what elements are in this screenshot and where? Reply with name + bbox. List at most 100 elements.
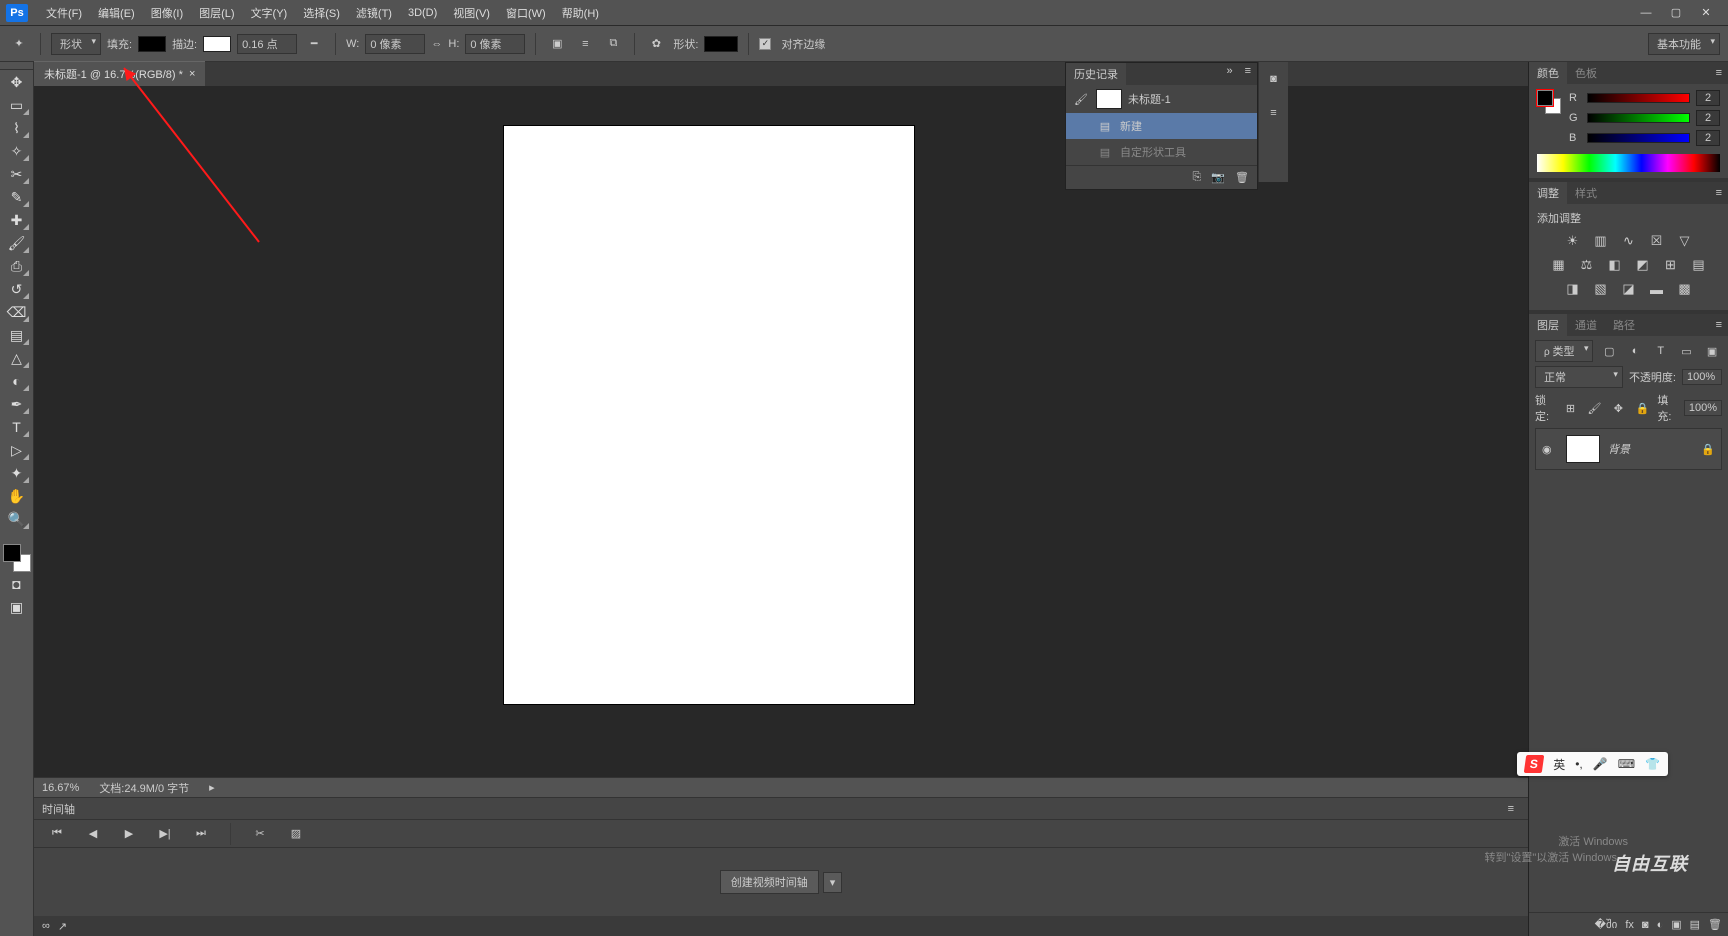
lasso-tool[interactable]: ⌇: [4, 117, 30, 139]
timeline-tab[interactable]: 时间轴: [42, 801, 75, 817]
history-collapse-icon[interactable]: »: [1220, 63, 1238, 85]
shape-mode-dropdown[interactable]: 形状: [51, 33, 101, 55]
window-maximize-button[interactable]: ▢: [1668, 6, 1684, 20]
channels-tab[interactable]: 通道: [1567, 314, 1605, 336]
link-wh-icon[interactable]: ⇔: [431, 38, 442, 50]
arrange-icon[interactable]: ⧉: [602, 33, 624, 55]
history-state-row[interactable]: ▤ 新建: [1066, 113, 1257, 139]
layer-visibility-icon[interactable]: ◉: [1542, 443, 1558, 456]
history-snapshot-icon[interactable]: 📷: [1211, 171, 1225, 184]
timeline-play-icon[interactable]: ▶: [118, 823, 140, 845]
delete-layer-icon[interactable]: 🗑: [1708, 918, 1722, 931]
document-tab[interactable]: 未标题-1 @ 16.7%(RGB/8) * ×: [34, 61, 205, 86]
menu-type[interactable]: 文字(Y): [243, 1, 296, 25]
filter-pixel-icon[interactable]: ▢: [1599, 340, 1619, 362]
close-tab-icon[interactable]: ×: [189, 68, 195, 80]
ime-keyboard-icon[interactable]: ⌨: [1618, 757, 1635, 771]
posterize-icon[interactable]: ▧: [1592, 280, 1610, 298]
ime-punct[interactable]: •,: [1575, 757, 1583, 771]
history-brush-tool[interactable]: ↺: [4, 278, 30, 300]
menu-layer[interactable]: 图层(L): [191, 1, 242, 25]
color-tab[interactable]: 颜色: [1529, 62, 1567, 84]
brightness-icon[interactable]: ☀: [1564, 232, 1582, 250]
b-value[interactable]: 2: [1696, 130, 1720, 146]
menu-filter[interactable]: 滤镜(T): [348, 1, 400, 25]
layers-menu-icon[interactable]: ≡: [1710, 319, 1728, 331]
hue-sat-icon[interactable]: ▦: [1550, 256, 1568, 274]
path-select-tool[interactable]: ▷: [4, 439, 30, 461]
adjustments-menu-icon[interactable]: ≡: [1710, 187, 1728, 199]
history-state-row[interactable]: ▤ 自定形状工具: [1066, 139, 1257, 165]
ime-toolbar[interactable]: S 英 •, 🎤 ⌨ 👕: [1517, 752, 1668, 776]
create-timeline-dropdown[interactable]: ▾: [823, 872, 843, 893]
layer-thumbnail[interactable]: [1566, 435, 1600, 463]
history-new-doc-icon[interactable]: ⎘: [1193, 171, 1202, 184]
swatches-tab[interactable]: 色板: [1567, 62, 1605, 84]
canvas-viewport[interactable]: [34, 86, 1528, 777]
foreground-background-swatches[interactable]: [3, 544, 31, 572]
r-value[interactable]: 2: [1696, 90, 1720, 106]
hand-tool[interactable]: ✋: [4, 485, 30, 507]
r-slider[interactable]: [1587, 93, 1690, 103]
marquee-tool[interactable]: ▭: [4, 94, 30, 116]
workspace-switcher[interactable]: 基本功能: [1648, 33, 1720, 55]
menu-help[interactable]: 帮助(H): [554, 1, 607, 25]
zoom-tool[interactable]: 🔍: [4, 508, 30, 530]
filter-shape-icon[interactable]: ▭: [1677, 340, 1697, 362]
ime-voice-icon[interactable]: 🎤: [1593, 757, 1608, 771]
timeline-render-icon[interactable]: ↗: [58, 920, 67, 933]
color-panel-menu-icon[interactable]: ≡: [1710, 67, 1728, 79]
history-snapshot-row[interactable]: 🖌 未标题-1: [1066, 85, 1257, 113]
timeline-next-frame-icon[interactable]: ▶|: [154, 823, 176, 845]
create-video-timeline-button[interactable]: 创建视频时间轴: [720, 870, 819, 894]
styles-tab[interactable]: 样式: [1567, 182, 1605, 204]
type-tool[interactable]: T: [4, 416, 30, 438]
layer-filter-dropdown[interactable]: ρ 类型: [1535, 340, 1593, 362]
bw-icon[interactable]: ◧: [1606, 256, 1624, 274]
new-group-icon[interactable]: ▣: [1671, 918, 1681, 931]
layers-tab[interactable]: 图层: [1529, 314, 1567, 336]
history-delete-icon[interactable]: 🗑: [1235, 171, 1249, 184]
lock-trans-icon[interactable]: ⊞: [1561, 397, 1579, 419]
height-field[interactable]: 0 像素: [465, 34, 525, 54]
adjustments-tab[interactable]: 调整: [1529, 182, 1567, 204]
history-menu-icon[interactable]: ≡: [1239, 63, 1257, 85]
move-tool[interactable]: ✥: [4, 71, 30, 93]
status-arrow-icon[interactable]: ▸: [209, 781, 215, 794]
timeline-loop-icon[interactable]: ∞: [42, 920, 50, 932]
threshold-icon[interactable]: ◪: [1620, 280, 1638, 298]
layer-row[interactable]: ◉ 背景 🔒: [1535, 428, 1722, 470]
quick-mask-icon[interactable]: ◘: [4, 573, 30, 595]
gradient-map-icon[interactable]: ▬: [1648, 280, 1666, 298]
window-minimize-button[interactable]: —: [1638, 6, 1654, 20]
filter-adjust-icon[interactable]: ◐: [1625, 340, 1645, 362]
window-close-button[interactable]: ✕: [1698, 6, 1714, 20]
menu-view[interactable]: 视图(V): [445, 1, 498, 25]
menu-select[interactable]: 选择(S): [295, 1, 348, 25]
stroke-width-field[interactable]: 0.16 点: [237, 34, 297, 54]
layer-lock-icon[interactable]: 🔒: [1701, 443, 1715, 456]
paths-tab[interactable]: 路径: [1605, 314, 1643, 336]
menu-window[interactable]: 窗口(W): [498, 1, 554, 25]
layer-name[interactable]: 背景: [1608, 441, 1630, 457]
menu-3d[interactable]: 3D(D): [400, 3, 445, 23]
stroke-style-dropdown[interactable]: ━: [303, 33, 325, 55]
ime-lang[interactable]: 英: [1553, 756, 1565, 773]
invert-icon[interactable]: ◨: [1564, 280, 1582, 298]
eyedropper-tool[interactable]: ✎: [4, 186, 30, 208]
link-layers-icon[interactable]: �ში: [1595, 918, 1618, 931]
screen-mode-icon[interactable]: ▣: [4, 596, 30, 618]
dodge-tool[interactable]: ◐: [4, 370, 30, 392]
custom-shape-tool[interactable]: ✦: [4, 462, 30, 484]
color-panel-swatches[interactable]: [1537, 90, 1561, 114]
new-layer-icon[interactable]: ▤: [1690, 918, 1700, 931]
blend-mode-dropdown[interactable]: 正常: [1535, 366, 1623, 388]
timeline-transition-icon[interactable]: ▨: [285, 823, 307, 845]
selective-color-icon[interactable]: ▩: [1676, 280, 1694, 298]
pen-tool[interactable]: ✒: [4, 393, 30, 415]
timeline-prev-frame-icon[interactable]: ◀: [82, 823, 104, 845]
b-slider[interactable]: [1587, 133, 1690, 143]
timeline-first-frame-icon[interactable]: ⏮: [46, 823, 68, 845]
color-balance-icon[interactable]: ⚖: [1578, 256, 1596, 274]
gradient-tool[interactable]: ▤: [4, 324, 30, 346]
